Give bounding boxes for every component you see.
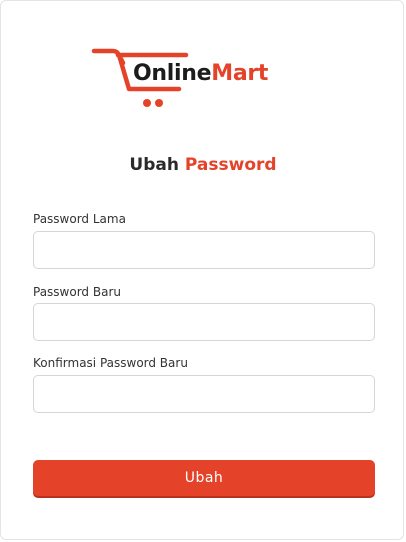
brand-name-part1: Online (133, 61, 212, 86)
onlinemart-logo: OnlineMart (91, 45, 281, 113)
confirm-password-input[interactable] (33, 375, 375, 413)
page-title-part2: Password (184, 155, 277, 175)
brand-name: OnlineMart (133, 61, 268, 86)
confirm-password-label: Konfirmasi Password Baru (33, 356, 188, 370)
new-password-label: Password Baru (33, 285, 121, 299)
submit-button[interactable]: Ubah (33, 460, 375, 496)
old-password-input[interactable] (33, 231, 375, 269)
page-title-part1: Ubah (129, 155, 179, 175)
new-password-input[interactable] (33, 303, 375, 341)
old-password-label: Password Lama (33, 212, 126, 226)
brand-name-part2: Mart (211, 61, 269, 86)
change-password-card: OnlineMart Ubah Password Password Lama P… (0, 0, 404, 540)
page-title: Ubah Password (1, 155, 403, 175)
